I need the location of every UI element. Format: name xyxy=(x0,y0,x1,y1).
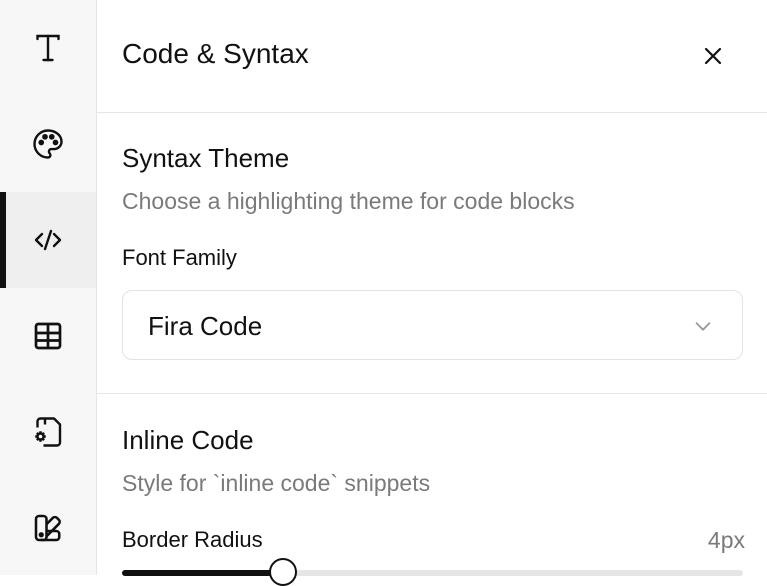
code-icon xyxy=(34,229,62,251)
slider-thumb[interactable] xyxy=(269,558,298,586)
close-button[interactable] xyxy=(695,38,731,74)
icon-sidebar xyxy=(0,0,97,575)
inline-code-heading: Inline Code xyxy=(122,425,254,455)
border-radius-slider[interactable] xyxy=(122,558,743,586)
panel-title: Code & Syntax xyxy=(122,38,309,69)
chevron-down-icon xyxy=(695,322,711,331)
sidebar-item-text[interactable] xyxy=(0,0,96,96)
font-family-select[interactable]: Fira Code xyxy=(122,290,743,360)
swatch-book-icon xyxy=(34,514,61,542)
border-radius-value: 4px xyxy=(707,527,745,553)
sidebar-item-palette[interactable] xyxy=(0,96,96,192)
section-divider xyxy=(97,393,767,394)
settings-panel: Code & Syntax Syntax Theme Choose a high… xyxy=(97,0,767,586)
font-family-value: Fira Code xyxy=(148,311,263,341)
syntax-theme-heading: Syntax Theme xyxy=(122,143,290,173)
sidebar-item-file-settings[interactable] xyxy=(0,384,96,480)
file-settings-icon xyxy=(35,417,62,447)
border-radius-label: Border Radius xyxy=(122,527,263,552)
text-icon xyxy=(36,34,60,62)
panel-header: Code & Syntax xyxy=(97,0,767,113)
table-icon xyxy=(34,322,62,350)
sidebar-item-table[interactable] xyxy=(0,288,96,384)
syntax-theme-description: Choose a highlighting theme for code blo… xyxy=(122,188,575,214)
palette-icon xyxy=(33,129,63,159)
sidebar-item-code[interactable] xyxy=(0,192,96,288)
font-family-label: Font Family xyxy=(122,245,237,270)
close-icon xyxy=(704,47,722,65)
sidebar-item-swatch-book[interactable] xyxy=(0,480,96,576)
inline-code-description: Style for `inline code` snippets xyxy=(122,470,431,496)
slider-fill xyxy=(122,570,284,576)
